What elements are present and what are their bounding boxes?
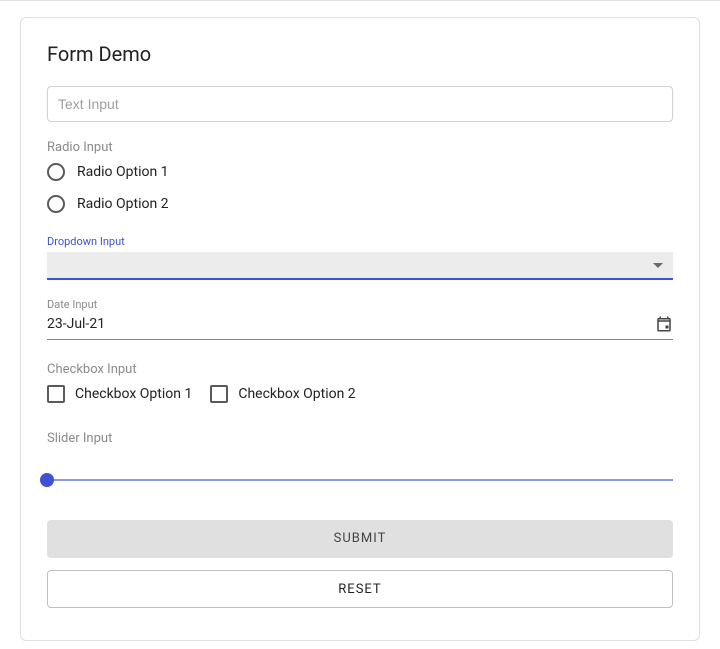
checkbox-option-1[interactable]: Checkbox Option 1 bbox=[47, 385, 192, 403]
page-title: Form Demo bbox=[47, 42, 673, 66]
date-label: Date Input bbox=[47, 298, 673, 311]
submit-button[interactable]: SUBMIT bbox=[47, 520, 673, 558]
radio-icon bbox=[47, 195, 65, 213]
date-input[interactable]: 23-Jul-21 bbox=[47, 315, 673, 340]
slider-input[interactable] bbox=[47, 470, 673, 490]
checkbox-option-label: Checkbox Option 2 bbox=[238, 386, 355, 402]
checkbox-icon bbox=[47, 385, 65, 403]
reset-button[interactable]: RESET bbox=[47, 570, 673, 608]
radio-option-label: Radio Option 2 bbox=[77, 196, 169, 212]
radio-option-1[interactable]: Radio Option 1 bbox=[47, 163, 673, 181]
slider-track bbox=[47, 479, 673, 481]
checkbox-option-label: Checkbox Option 1 bbox=[75, 386, 192, 402]
dropdown-label: Dropdown Input bbox=[47, 235, 673, 248]
radio-icon bbox=[47, 163, 65, 181]
checkbox-icon bbox=[210, 385, 228, 403]
calendar-icon bbox=[655, 315, 673, 333]
chevron-down-icon bbox=[653, 263, 663, 268]
slider-label: Slider Input bbox=[47, 431, 673, 446]
radio-option-label: Radio Option 1 bbox=[77, 164, 169, 180]
radio-group-label: Radio Input bbox=[47, 140, 673, 155]
checkbox-option-2[interactable]: Checkbox Option 2 bbox=[210, 385, 355, 403]
dropdown-input[interactable] bbox=[47, 252, 673, 280]
radio-option-2[interactable]: Radio Option 2 bbox=[47, 195, 673, 213]
date-value: 23-Jul-21 bbox=[47, 316, 105, 332]
text-input[interactable] bbox=[47, 86, 673, 122]
checkbox-group-label: Checkbox Input bbox=[47, 362, 673, 377]
form-card: Form Demo Radio Input Radio Option 1 Rad… bbox=[20, 17, 700, 641]
slider-thumb[interactable] bbox=[40, 473, 54, 487]
